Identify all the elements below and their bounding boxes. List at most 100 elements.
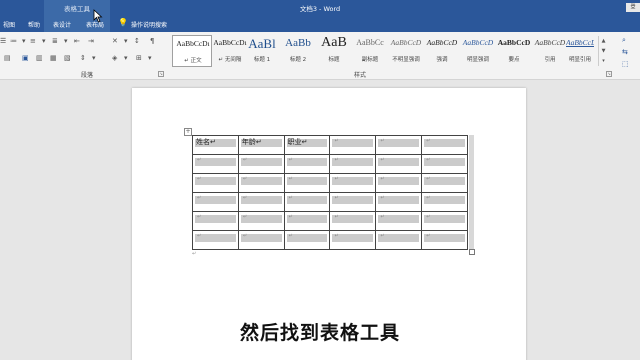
list-icon[interactable]: ☰ xyxy=(0,37,6,45)
table-cell[interactable]: ↵ xyxy=(192,192,239,212)
line-spacing-icon[interactable]: ⇕ xyxy=(80,54,86,62)
styles-scroll-control[interactable]: ▲ ▼ ▾ xyxy=(598,36,608,66)
table-resize-handle[interactable] xyxy=(469,249,475,255)
align-center-icon[interactable]: ▣ xyxy=(22,54,29,62)
row-end-marker xyxy=(469,154,474,173)
multilevel-list-icon[interactable]: ≣ xyxy=(52,37,58,45)
table-cell[interactable]: ↵ xyxy=(375,154,423,174)
ribbon: ☰ ≔ ▾ ≡ ▾ ≣ ▾ ⇤ ⇥ ✕ ▾ ↕ ¶ ▤ ▣ ▥ ▦ ▧ ⇕ ▾ … xyxy=(0,32,640,80)
table-cell[interactable]: 姓名↵ xyxy=(192,135,239,155)
paragraph-mark: ↵ xyxy=(334,195,339,201)
chevron-up-icon[interactable]: ▲ xyxy=(599,36,608,46)
style-intense-quote[interactable]: AaBbCcD 明显引用 xyxy=(566,35,594,67)
table-cell[interactable]: ↵ xyxy=(375,192,423,212)
distributed-icon[interactable]: ▧ xyxy=(64,54,71,62)
table-cell[interactable]: ↵ xyxy=(283,173,331,193)
paragraph-mark: ↵ xyxy=(426,157,431,163)
table-cell[interactable]: ↵ xyxy=(421,192,468,212)
table-cell[interactable]: ↵ xyxy=(329,192,377,212)
table-cell[interactable]: ↵ xyxy=(192,211,239,231)
style-emphasis[interactable]: AaBbCcD 强调 xyxy=(422,35,462,67)
table-cell[interactable]: ↵ xyxy=(283,230,331,250)
style-name: 明显引用 xyxy=(568,57,591,63)
show-marks-icon[interactable]: ¶ xyxy=(150,37,154,45)
align-right-icon[interactable]: ▥ xyxy=(36,54,43,62)
table-cell[interactable]: 职业↵ xyxy=(283,135,331,155)
borders-icon[interactable]: ⊞ xyxy=(136,54,142,62)
table-cell[interactable]: ↵ xyxy=(421,173,468,193)
paragraph-mark: ↵ xyxy=(288,195,293,201)
tab-view[interactable]: 视图 xyxy=(3,20,15,29)
style-title[interactable]: AaB 标题 xyxy=(314,35,354,67)
decrease-indent-icon[interactable]: ⇤ xyxy=(74,37,80,45)
style-heading-2[interactable]: AaBb 标题 2 xyxy=(278,35,318,67)
style-normal[interactable]: AaBbCcDı ↵ 正文 xyxy=(172,35,212,67)
document-table[interactable]: 姓名↵ 年龄↵ 职业↵ ↵ ↵ ↵ ↵ ↵ ↵ ↵ ↵ ↵ ↵ ↵ ↵ ↵ ↵ ↵ ↵ ↵ ↵ ↵ ↵ ↵ ↵ ↵ ↵ ↵… xyxy=(192,135,468,250)
shading-icon[interactable]: ◈ xyxy=(112,54,117,62)
table-cell[interactable]: ↵ xyxy=(237,192,285,212)
table-cell[interactable]: ↵ xyxy=(375,211,423,231)
chevron-down-icon[interactable]: ▾ xyxy=(92,54,96,62)
chevron-down-icon[interactable]: ▾ xyxy=(124,37,128,45)
sort-icon[interactable]: ↕ xyxy=(134,37,140,45)
table-cell[interactable]: ↵ xyxy=(421,230,468,250)
table-cell[interactable]: ↵ xyxy=(237,230,285,250)
table-move-handle[interactable]: + xyxy=(184,128,192,136)
style-quote[interactable]: AaBbCcD 引用 xyxy=(530,35,570,67)
styles-dialog-launcher[interactable]: ↘ xyxy=(606,71,612,77)
chevron-down-icon[interactable]: ▾ xyxy=(124,54,128,62)
table-cell[interactable]: ↵ xyxy=(192,230,239,250)
table-cell[interactable]: ↵ xyxy=(375,230,423,250)
table-cell[interactable]: ↵ xyxy=(237,173,285,193)
chevron-down-icon[interactable]: ▾ xyxy=(64,37,68,45)
chevron-down-icon[interactable]: ▾ xyxy=(42,37,46,45)
paragraph-dialog-launcher[interactable]: ↘ xyxy=(158,71,164,77)
tab-table-design[interactable]: 表设计 xyxy=(53,20,71,29)
numbered-list-icon[interactable]: ≡ xyxy=(30,37,36,45)
paragraph-mark: ↵ xyxy=(426,176,431,182)
more-icon[interactable]: ▾ xyxy=(599,56,608,66)
table-cell[interactable]: ↵ xyxy=(421,135,468,155)
table-cell[interactable]: ↵ xyxy=(421,211,468,231)
table-cell[interactable]: ↵ xyxy=(237,211,285,231)
tab-help[interactable]: 帮助 xyxy=(28,20,40,29)
chinese-layout-icon[interactable]: ✕ xyxy=(112,37,118,45)
table-cell[interactable]: ↵ xyxy=(329,154,377,174)
table-cell[interactable]: ↵ xyxy=(283,192,331,212)
table-cell[interactable]: ↵ xyxy=(329,230,377,250)
paragraph-mark: ↵ xyxy=(242,176,248,182)
increase-indent-icon[interactable]: ⇥ xyxy=(88,37,94,45)
align-left-icon[interactable]: ▤ xyxy=(4,54,11,62)
paragraph-mark: ↵ xyxy=(288,233,293,239)
table-cell[interactable]: ↵ xyxy=(329,173,377,193)
chevron-down-icon[interactable]: ▼ xyxy=(599,46,608,56)
style-subtitle[interactable]: AaBbCc 副标题 xyxy=(350,35,390,67)
style-intense-emphasis[interactable]: AaBbCcD 明显强调 xyxy=(458,35,498,67)
table-row: ↵ ↵ ↵ ↵ ↵ ↵ xyxy=(192,211,468,231)
table-cell[interactable]: ↵ xyxy=(192,173,239,193)
table-cell[interactable]: ↵ xyxy=(329,135,377,155)
bullet-list-icon[interactable]: ≔ xyxy=(10,37,17,45)
sign-in-button[interactable]: 登 xyxy=(626,3,640,12)
style-strong[interactable]: AaBbCcD 要点 xyxy=(494,35,534,67)
table-cell[interactable]: ↵ xyxy=(375,173,423,193)
table-cell[interactable]: ↵ xyxy=(192,154,239,174)
replace-icon[interactable]: ⇆ xyxy=(622,46,640,58)
table-cell[interactable]: ↵ xyxy=(283,154,331,174)
table-cell[interactable]: ↵ xyxy=(421,154,468,174)
justify-icon[interactable]: ▦ xyxy=(50,54,57,62)
paragraph-mark: ↵ xyxy=(288,176,293,182)
select-icon[interactable]: ⬚ xyxy=(622,58,640,70)
style-subtle-emphasis[interactable]: AaBbCcD 不明显强调 xyxy=(386,35,426,67)
find-icon[interactable]: ⌕ xyxy=(622,34,640,46)
chevron-down-icon[interactable]: ▾ xyxy=(148,54,152,62)
style-heading-1[interactable]: AaBl 标题 1 xyxy=(242,35,282,67)
table-cell[interactable]: ↵ xyxy=(375,135,423,155)
table-cell[interactable]: 年龄↵ xyxy=(237,135,285,155)
paragraph-mark: ↵ xyxy=(380,214,385,220)
table-cell[interactable]: ↵ xyxy=(237,154,285,174)
table-cell[interactable]: ↵ xyxy=(283,211,331,231)
chevron-down-icon[interactable]: ▾ xyxy=(22,37,26,45)
table-cell[interactable]: ↵ xyxy=(329,211,377,231)
tell-me-search[interactable]: 操作说明搜索 xyxy=(131,20,167,29)
